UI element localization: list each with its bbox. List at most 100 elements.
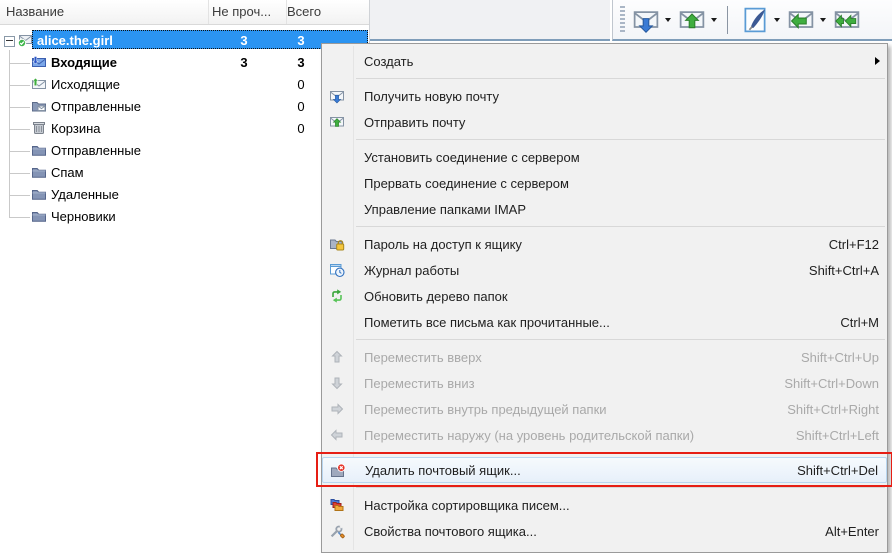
menu-separator bbox=[322, 448, 887, 457]
tree-line bbox=[9, 50, 10, 217]
menu-item-mailbox-password[interactable]: Пароль на доступ к ящику Ctrl+F12 bbox=[322, 231, 887, 257]
tree-line bbox=[9, 107, 30, 108]
tree-row-account[interactable]: alice.the.girl 3 3 bbox=[0, 30, 368, 52]
total-count: 0 bbox=[285, 118, 317, 140]
password-icon bbox=[329, 236, 345, 252]
inbox-icon bbox=[31, 54, 47, 70]
column-header-name[interactable]: Название bbox=[0, 0, 209, 24]
mailbox-context-menu: Создать Получить новую почту Отправить п… bbox=[321, 43, 888, 553]
tree-row-folder[interactable]: Отправленные bbox=[31, 140, 368, 162]
tree-line bbox=[9, 85, 30, 86]
toolbar-grip-handle[interactable] bbox=[620, 6, 625, 34]
menu-item-label: Журнал работы bbox=[364, 263, 459, 278]
tree-row-label: Удаленные bbox=[51, 184, 119, 206]
menu-shortcut: Ctrl+F12 bbox=[801, 237, 879, 252]
tree-row-folder[interactable]: Удаленные bbox=[31, 184, 368, 206]
chevron-down-icon[interactable] bbox=[774, 18, 780, 22]
top-panel-strip bbox=[370, 0, 610, 41]
menu-item-label: Прервать соединение с сервером bbox=[364, 176, 569, 191]
send-mail-icon bbox=[329, 114, 345, 130]
menu-separator bbox=[322, 222, 887, 231]
menu-item-refresh-folder-tree[interactable]: Обновить дерево папок bbox=[322, 283, 887, 309]
menu-item-get-new-mail[interactable]: Получить новую почту bbox=[322, 83, 887, 109]
menu-item-mark-all-read[interactable]: Пометить все письма как прочитанные... C… bbox=[322, 309, 887, 335]
new-message-button[interactable] bbox=[741, 6, 780, 34]
chevron-down-icon[interactable] bbox=[820, 18, 826, 22]
menu-item-send-mail[interactable]: Отправить почту bbox=[322, 109, 887, 135]
menu-item-mail-sorter-setup[interactable]: Настройка сортировщика писем... bbox=[322, 492, 887, 518]
send-mail-icon bbox=[678, 6, 706, 34]
menu-item-move-down: Переместить вниз Shift+Ctrl+Down bbox=[322, 370, 887, 396]
menu-separator bbox=[322, 74, 887, 83]
tree-row-outbox[interactable]: Исходящие 0 bbox=[31, 74, 368, 96]
properties-icon bbox=[329, 523, 345, 539]
tree-row-sent[interactable]: Отправленные 0 bbox=[31, 96, 368, 118]
menu-item-label: Пометить все письма как прочитанные... bbox=[364, 315, 610, 330]
get-mail-button[interactable] bbox=[632, 6, 671, 34]
menu-shortcut: Shift+Ctrl+Up bbox=[773, 350, 879, 365]
menu-item-label: Свойства почтового ящика... bbox=[364, 524, 537, 539]
arrow-up-icon bbox=[329, 349, 345, 365]
receive-mail-icon bbox=[632, 6, 660, 34]
tree-row-folder[interactable]: Черновики bbox=[31, 206, 368, 228]
new-message-icon bbox=[741, 6, 769, 34]
collapse-expander-icon[interactable] bbox=[4, 36, 15, 47]
outbox-icon bbox=[31, 76, 47, 92]
refresh-folders-icon bbox=[329, 288, 345, 304]
menu-item-move-inside: Переместить внутрь предыдущей папки Shif… bbox=[322, 396, 887, 422]
chevron-down-icon[interactable] bbox=[665, 18, 671, 22]
menu-item-connect-server[interactable]: Установить соединение с сервером bbox=[322, 144, 887, 170]
tree-line bbox=[9, 195, 30, 196]
arrow-right-icon bbox=[329, 401, 345, 417]
folder-icon bbox=[31, 142, 47, 158]
arrow-left-icon bbox=[329, 427, 345, 443]
menu-item-label: Переместить наружу (на уровень родительс… bbox=[364, 428, 694, 443]
reply-icon bbox=[787, 6, 815, 34]
menu-item-work-log[interactable]: Журнал работы Shift+Ctrl+A bbox=[322, 257, 887, 283]
tree-row-folder[interactable]: Спам bbox=[31, 162, 368, 184]
column-header-unread[interactable]: Не проч... bbox=[203, 0, 287, 24]
menu-item-label: Настройка сортировщика писем... bbox=[364, 498, 570, 513]
menu-item-label: Создать bbox=[364, 54, 413, 69]
tree-line bbox=[9, 129, 30, 130]
menu-shortcut: Shift+Ctrl+Right bbox=[759, 402, 879, 417]
menu-separator bbox=[322, 483, 887, 492]
reply-button[interactable] bbox=[787, 6, 826, 34]
menu-item-mailbox-properties[interactable]: Свойства почтового ящика... Alt+Enter bbox=[322, 518, 887, 544]
menu-shortcut: Alt+Enter bbox=[797, 524, 879, 539]
menu-item-label: Получить новую почту bbox=[364, 89, 499, 104]
mail-toolbar bbox=[612, 0, 892, 41]
total-count: 3 bbox=[285, 52, 317, 74]
folder-icon bbox=[31, 208, 47, 224]
menu-item-label: Удалить почтовый ящик... bbox=[365, 463, 521, 478]
tree-row-label: Черновики bbox=[51, 206, 116, 228]
reply-all-button[interactable] bbox=[833, 6, 861, 34]
delete-mailbox-icon bbox=[330, 463, 346, 479]
arrow-down-icon bbox=[329, 375, 345, 391]
unread-count: 3 bbox=[228, 30, 260, 52]
chevron-down-icon[interactable] bbox=[711, 18, 717, 22]
menu-item-create[interactable]: Создать bbox=[322, 48, 887, 74]
menu-item-label: Переместить вниз bbox=[364, 376, 475, 391]
menu-item-delete-mailbox[interactable]: Удалить почтовый ящик... Shift+Ctrl+Del bbox=[322, 457, 887, 483]
tree-line bbox=[9, 173, 30, 174]
tree-row-inbox[interactable]: Входящие 3 3 bbox=[31, 52, 368, 74]
tree-row-trash[interactable]: Корзина 0 bbox=[31, 118, 368, 140]
menu-item-disconnect-server[interactable]: Прервать соединение с сервером bbox=[322, 170, 887, 196]
mail-sorter-icon bbox=[329, 497, 345, 513]
folder-icon bbox=[31, 164, 47, 180]
send-mail-button[interactable] bbox=[678, 6, 717, 34]
tree-row-label: Спам bbox=[51, 162, 84, 184]
menu-separator bbox=[322, 335, 887, 344]
total-count: 3 bbox=[285, 30, 317, 52]
menu-item-label: Отправить почту bbox=[364, 115, 465, 130]
sent-mail-folder-icon bbox=[31, 98, 47, 114]
tree-row-label: Корзина bbox=[51, 118, 101, 140]
unread-count bbox=[228, 118, 260, 140]
menu-shortcut: Shift+Ctrl+Left bbox=[768, 428, 879, 443]
receive-mail-icon bbox=[329, 88, 345, 104]
menu-shortcut: Shift+Ctrl+Del bbox=[769, 463, 878, 478]
menu-item-imap-folders[interactable]: Управление папками IMAP bbox=[322, 196, 887, 222]
menu-item-label: Переместить вверх bbox=[364, 350, 482, 365]
column-header-total[interactable]: Всего bbox=[278, 0, 367, 24]
